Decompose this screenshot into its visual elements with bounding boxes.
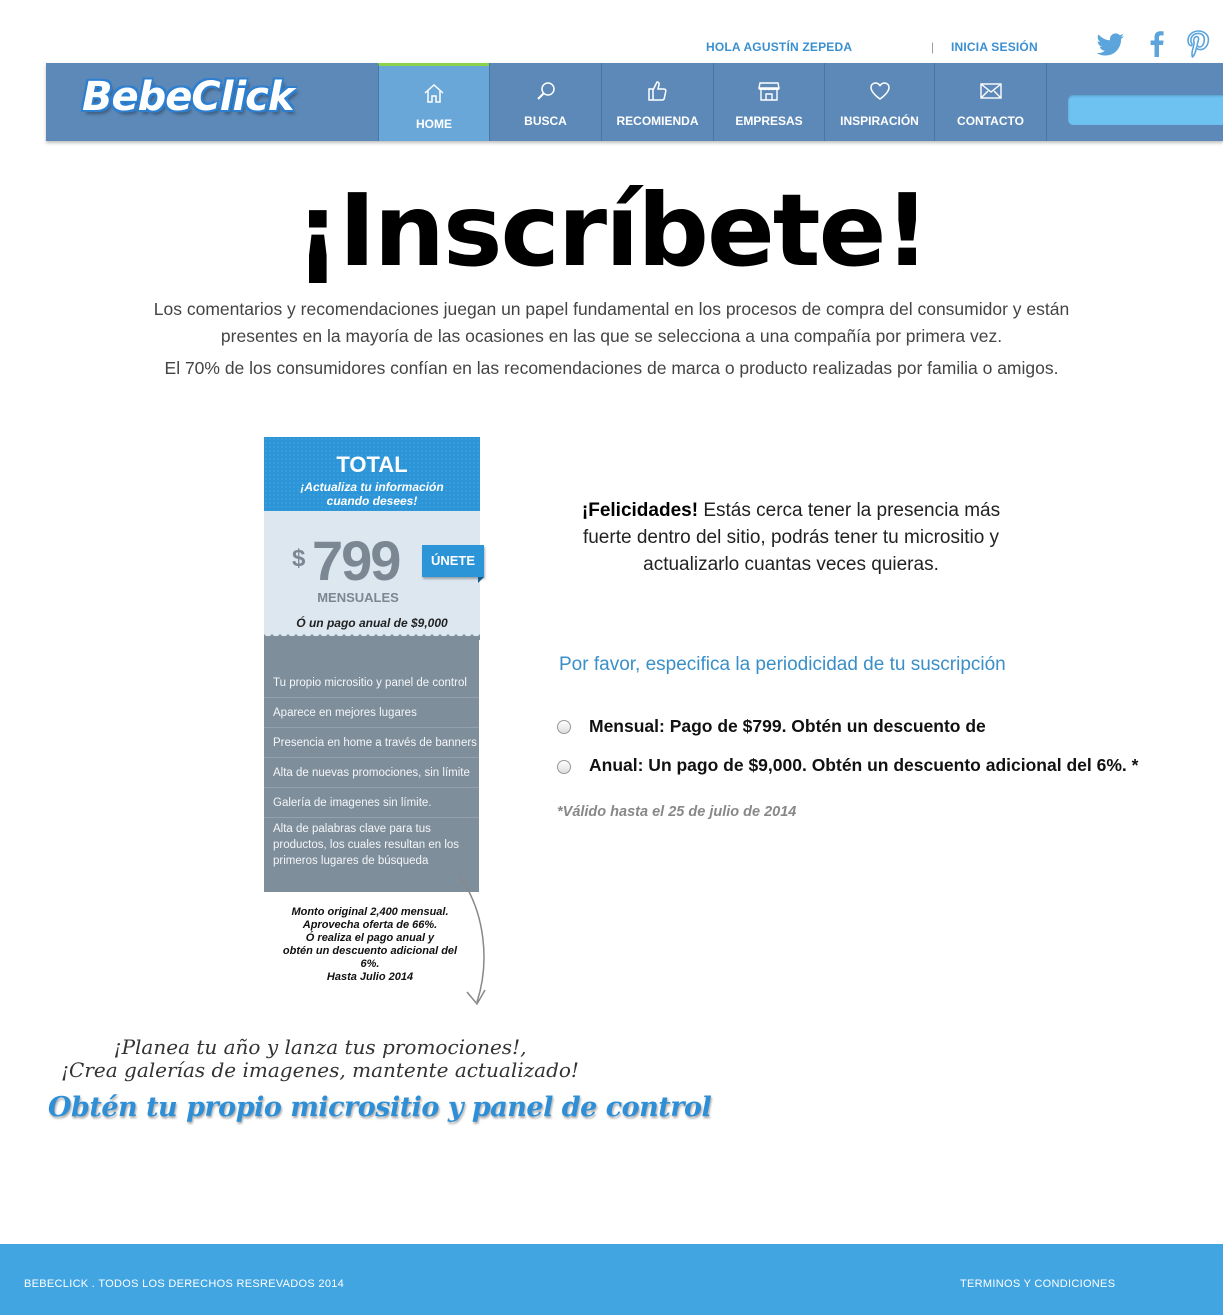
- pinterest-icon[interactable]: [1184, 30, 1214, 58]
- nav-item-empresas[interactable]: EMPRESAS: [713, 63, 824, 141]
- option-annual-label[interactable]: Anual: Un pago de $9,000. Obtén un descu…: [589, 755, 1138, 776]
- feature-item: Alta de nuevas promociones, sin límite: [264, 760, 479, 788]
- feature-item: Alta de palabras clave para tus producto…: [273, 823, 460, 867]
- promo-highlight: Obtén tu propio micrositio y panel de co…: [48, 1092, 712, 1123]
- curved-arrow-icon: [459, 876, 486, 1006]
- price-amount: 799: [312, 529, 401, 592]
- user-greeting[interactable]: HOLA AGUSTÍN ZEPEDA: [706, 40, 852, 54]
- site-logo[interactable]: BebeClick: [82, 74, 294, 120]
- offer-note-line: obtén un descuento adicional del: [282, 945, 458, 957]
- promo-text: ¡Planea tu año y lanza tus promociones!,…: [60, 1036, 580, 1082]
- nav-item-contacto[interactable]: CONTACTO: [934, 63, 1046, 141]
- thumbs-up-icon: [647, 81, 667, 101]
- join-button[interactable]: ÚNETE: [422, 545, 484, 577]
- nav-item-label: CONTACTO: [957, 114, 1024, 128]
- terms-link[interactable]: TERMINOS Y CONDICIONES: [960, 1278, 1115, 1290]
- nav-item-label: HOME: [416, 117, 452, 131]
- feature-item: Presencia en home a través de banners: [264, 730, 479, 758]
- plan-subtitle: ¡Actualiza tu información cuando desees!: [264, 480, 480, 508]
- offer-note-line: Monto original 2,400 mensual.: [291, 906, 449, 918]
- nav-item-home[interactable]: HOME: [378, 63, 489, 141]
- heart-icon: [869, 82, 890, 100]
- radio-monthly[interactable]: [557, 720, 571, 734]
- offer-note-line: 6%.: [360, 958, 380, 970]
- nav-item-recomienda[interactable]: RECOMIENDA: [601, 63, 713, 141]
- home-icon: [424, 83, 444, 103]
- search-input[interactable]: [1068, 95, 1223, 125]
- congrats-bold: ¡Felicidades!: [581, 500, 699, 521]
- intro-paragraph: Los comentarios y recomendaciones juegan…: [153, 299, 1070, 346]
- nav-item-label: EMPRESAS: [735, 114, 803, 128]
- option-monthly-label[interactable]: Mensual: Pago de $799. Obtén un descuent…: [589, 716, 986, 737]
- login-link[interactable]: INICIA SESIÓN: [951, 40, 1038, 54]
- footer-copyright: BEBECLICK . TODOS LOS DERECHOS RESREVADO…: [24, 1278, 345, 1290]
- plan-subtitle-line: ¡Actualiza tu información: [300, 480, 444, 494]
- promo-line: ¡Planea tu año y lanza tus promociones!,: [113, 1035, 527, 1059]
- store-icon: [758, 82, 780, 101]
- offer-note-line: Aprovecha oferta de 66%.: [302, 919, 438, 931]
- intro-statistic: El 70% de los consumidores confían en la…: [164, 358, 1059, 378]
- nav-item-busca[interactable]: BUSCA: [489, 63, 601, 141]
- price-period: MENSUALES: [317, 590, 399, 605]
- twitter-icon[interactable]: [1096, 30, 1126, 58]
- offer-note-line: Ó realiza el pago anual y: [305, 932, 435, 944]
- offer-note: Monto original 2,400 mensual. Aprovecha …: [280, 906, 460, 984]
- price-annual: Ó un pago anual de $9,000: [296, 616, 448, 630]
- envelope-icon: [979, 83, 1002, 99]
- nav-item-label: INSPIRACIÓN: [840, 114, 919, 128]
- promo-line: ¡Crea galerías de imagenes, mantente act…: [61, 1058, 579, 1082]
- feature-item: Galería de imagenes sin límite.: [264, 790, 479, 818]
- nav-item-label: RECOMIENDA: [616, 114, 699, 128]
- plan-title: TOTAL: [336, 452, 408, 477]
- zigzag-divider: [264, 634, 480, 640]
- nav-item-label: BUSCA: [524, 114, 567, 128]
- facebook-icon[interactable]: [1142, 30, 1172, 58]
- page-title: ¡Inscríbete!: [294, 172, 930, 289]
- feature-item: Aparece en mejores lugares: [264, 700, 479, 728]
- radio-annual[interactable]: [557, 760, 571, 774]
- search-icon: [536, 82, 555, 100]
- nav-item-inspiracion[interactable]: INSPIRACIÓN: [824, 63, 934, 141]
- congrats-message: ¡Felicidades! Estás cerca tener la prese…: [555, 497, 1027, 578]
- price-currency: $: [292, 545, 306, 572]
- periodicity-question: Por favor, especifica la periodicidad de…: [559, 654, 1006, 675]
- validity-note: *Válido hasta el 25 de julio de 2014: [557, 804, 797, 820]
- topbar-separator: |: [931, 40, 935, 54]
- feature-item: Tu propio micrositio y panel de control: [264, 670, 479, 698]
- offer-note-line: Hasta Julio 2014: [326, 971, 414, 983]
- plan-subtitle-line: cuando desees!: [326, 494, 418, 508]
- join-ribbon-fold: [478, 577, 484, 583]
